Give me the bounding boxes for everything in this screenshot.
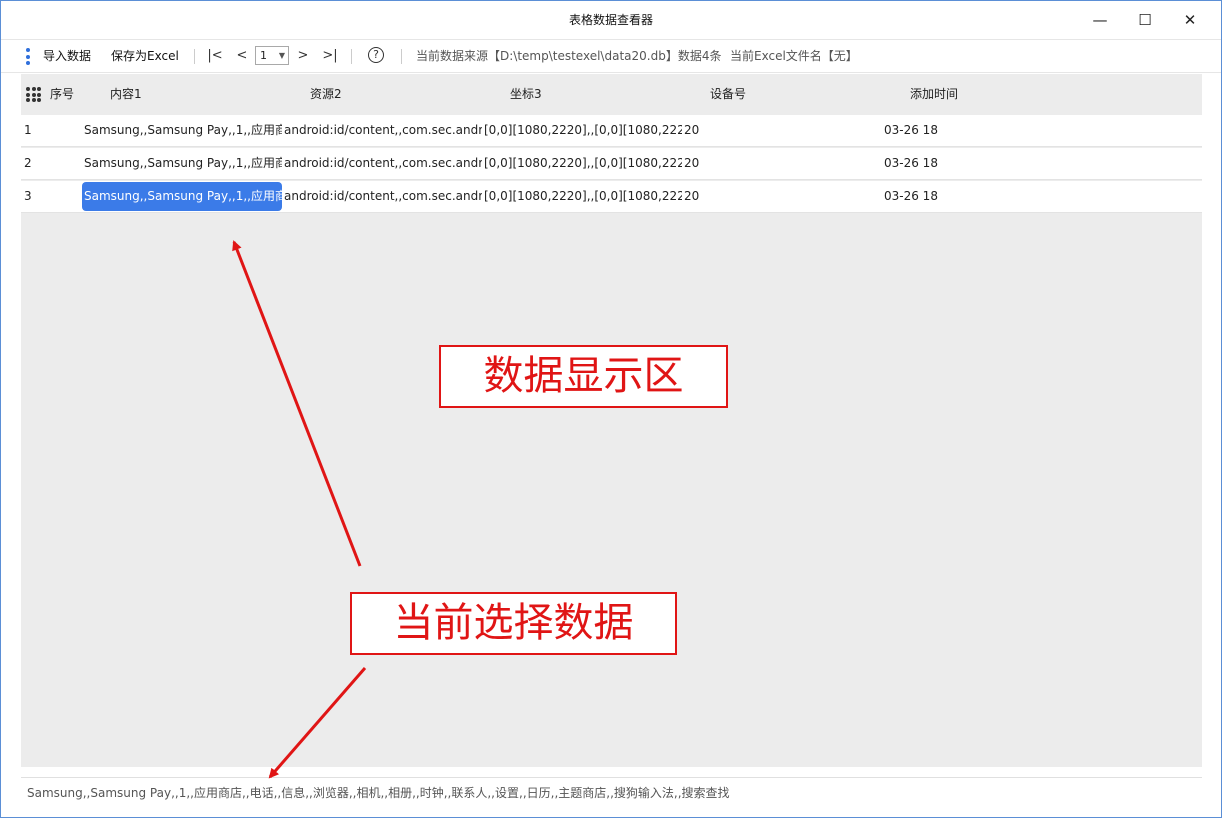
column-header-coord[interactable]: 坐标3 — [510, 74, 542, 115]
next-page-icon[interactable]: > — [294, 46, 312, 66]
excel-file-info: 当前Excel文件名【无】 — [730, 49, 858, 63]
cell-content[interactable]: Samsung,,Samsung Pay,,1,,应用商店 — [84, 115, 282, 146]
close-button[interactable]: ✕ — [1167, 1, 1213, 39]
app-window: 表格数据查看器 — ☐ ✕ 导入数据 保存为Excel |< < 1 ▼ > >… — [0, 0, 1222, 818]
table-row[interactable]: 1 Samsung,,Samsung Pay,,1,,应用商店 android:… — [21, 115, 1202, 147]
annotation-display-area: 数据显示区 — [439, 345, 728, 408]
column-header-content[interactable]: 内容1 — [110, 74, 142, 115]
grid-menu-icon[interactable] — [26, 87, 41, 102]
cell-coord[interactable]: [0,0][1080,2220],,[0,0][1080,2220],, — [484, 148, 682, 179]
cell-content-selected[interactable]: Samsung,,Samsung Pay,,1,,应用商店 — [82, 182, 282, 211]
cell-coord[interactable]: [0,0][1080,2220],,[0,0][1080,2220],, — [484, 115, 682, 146]
column-header-resource[interactable]: 资源2 — [310, 74, 342, 115]
close-icon: ✕ — [1183, 11, 1197, 29]
annotation-current-selection: 当前选择数据 — [350, 592, 677, 655]
cell-device[interactable]: 20 — [684, 181, 882, 212]
chevron-down-icon: ▼ — [278, 51, 285, 60]
prev-page-icon[interactable]: < — [233, 46, 251, 66]
cell-index[interactable]: 2 — [24, 148, 74, 179]
cell-index[interactable]: 1 — [24, 115, 74, 146]
maximize-icon: ☐ — [1138, 11, 1152, 29]
toolbar: 导入数据 保存为Excel |< < 1 ▼ > >| ? 当前数据来源【D:\… — [1, 39, 1221, 73]
cell-time[interactable]: 03-26 18 — [884, 148, 1082, 179]
table-row-selected[interactable]: 3 Samsung,,Samsung Pay,,1,,应用商店 android:… — [21, 181, 1202, 213]
minimize-button[interactable]: — — [1077, 1, 1123, 39]
help-icon[interactable]: ? — [368, 47, 384, 63]
data-grid: 序号 内容1 资源2 坐标3 设备号 添加时间 1 Samsung,,Samsu… — [21, 74, 1202, 767]
toolbar-divider — [401, 49, 402, 64]
cell-coord[interactable]: [0,0][1080,2220],,[0,0][1080,2220],, — [484, 181, 682, 212]
cell-content[interactable]: Samsung,,Samsung Pay,,1,,应用商店 — [84, 148, 282, 179]
cell-time[interactable]: 03-26 18 — [884, 115, 1082, 146]
first-page-icon[interactable]: |< — [206, 46, 224, 66]
minimize-icon: — — [1092, 11, 1108, 29]
cell-device[interactable]: 20 — [684, 148, 882, 179]
cell-device[interactable]: 20 — [684, 115, 882, 146]
column-header-index[interactable]: 序号 — [50, 74, 74, 115]
toolbar-divider — [194, 49, 195, 64]
cell-resource[interactable]: android:id/content,,com.sec.andro — [284, 115, 482, 146]
maximize-button[interactable]: ☐ — [1122, 1, 1168, 39]
title-bar[interactable]: 表格数据查看器 — ☐ ✕ — [1, 1, 1221, 39]
window-title: 表格数据查看器 — [568, 13, 653, 27]
page-select[interactable]: 1 ▼ — [255, 46, 289, 65]
column-header-device[interactable]: 设备号 — [710, 74, 746, 115]
toolbar-divider — [351, 49, 352, 64]
import-data-button[interactable]: 导入数据 — [43, 40, 91, 72]
table-row[interactable]: 2 Samsung,,Samsung Pay,,1,,应用商店 android:… — [21, 148, 1202, 180]
cell-resource[interactable]: android:id/content,,com.sec.andro — [284, 148, 482, 179]
page-select-value: 1 — [260, 49, 267, 62]
cell-resource[interactable]: android:id/content,,com.sec.andro — [284, 181, 482, 212]
last-page-icon[interactable]: >| — [321, 46, 339, 66]
cell-index[interactable]: 3 — [24, 181, 74, 212]
data-source-info: 当前数据来源【D:\temp\testexel\data20.db】数据4条 — [416, 49, 722, 63]
save-excel-button[interactable]: 保存为Excel — [111, 40, 179, 72]
column-header-time[interactable]: 添加时间 — [910, 74, 958, 115]
kebab-menu-icon[interactable] — [26, 48, 30, 65]
cell-time[interactable]: 03-26 18 — [884, 181, 1082, 212]
selected-data-text: Samsung,,Samsung Pay,,1,,应用商店,,电话,,信息,,浏… — [27, 786, 730, 800]
grid-header: 序号 内容1 资源2 坐标3 设备号 添加时间 — [21, 74, 1202, 115]
status-bar: Samsung,,Samsung Pay,,1,,应用商店,,电话,,信息,,浏… — [21, 777, 1202, 807]
